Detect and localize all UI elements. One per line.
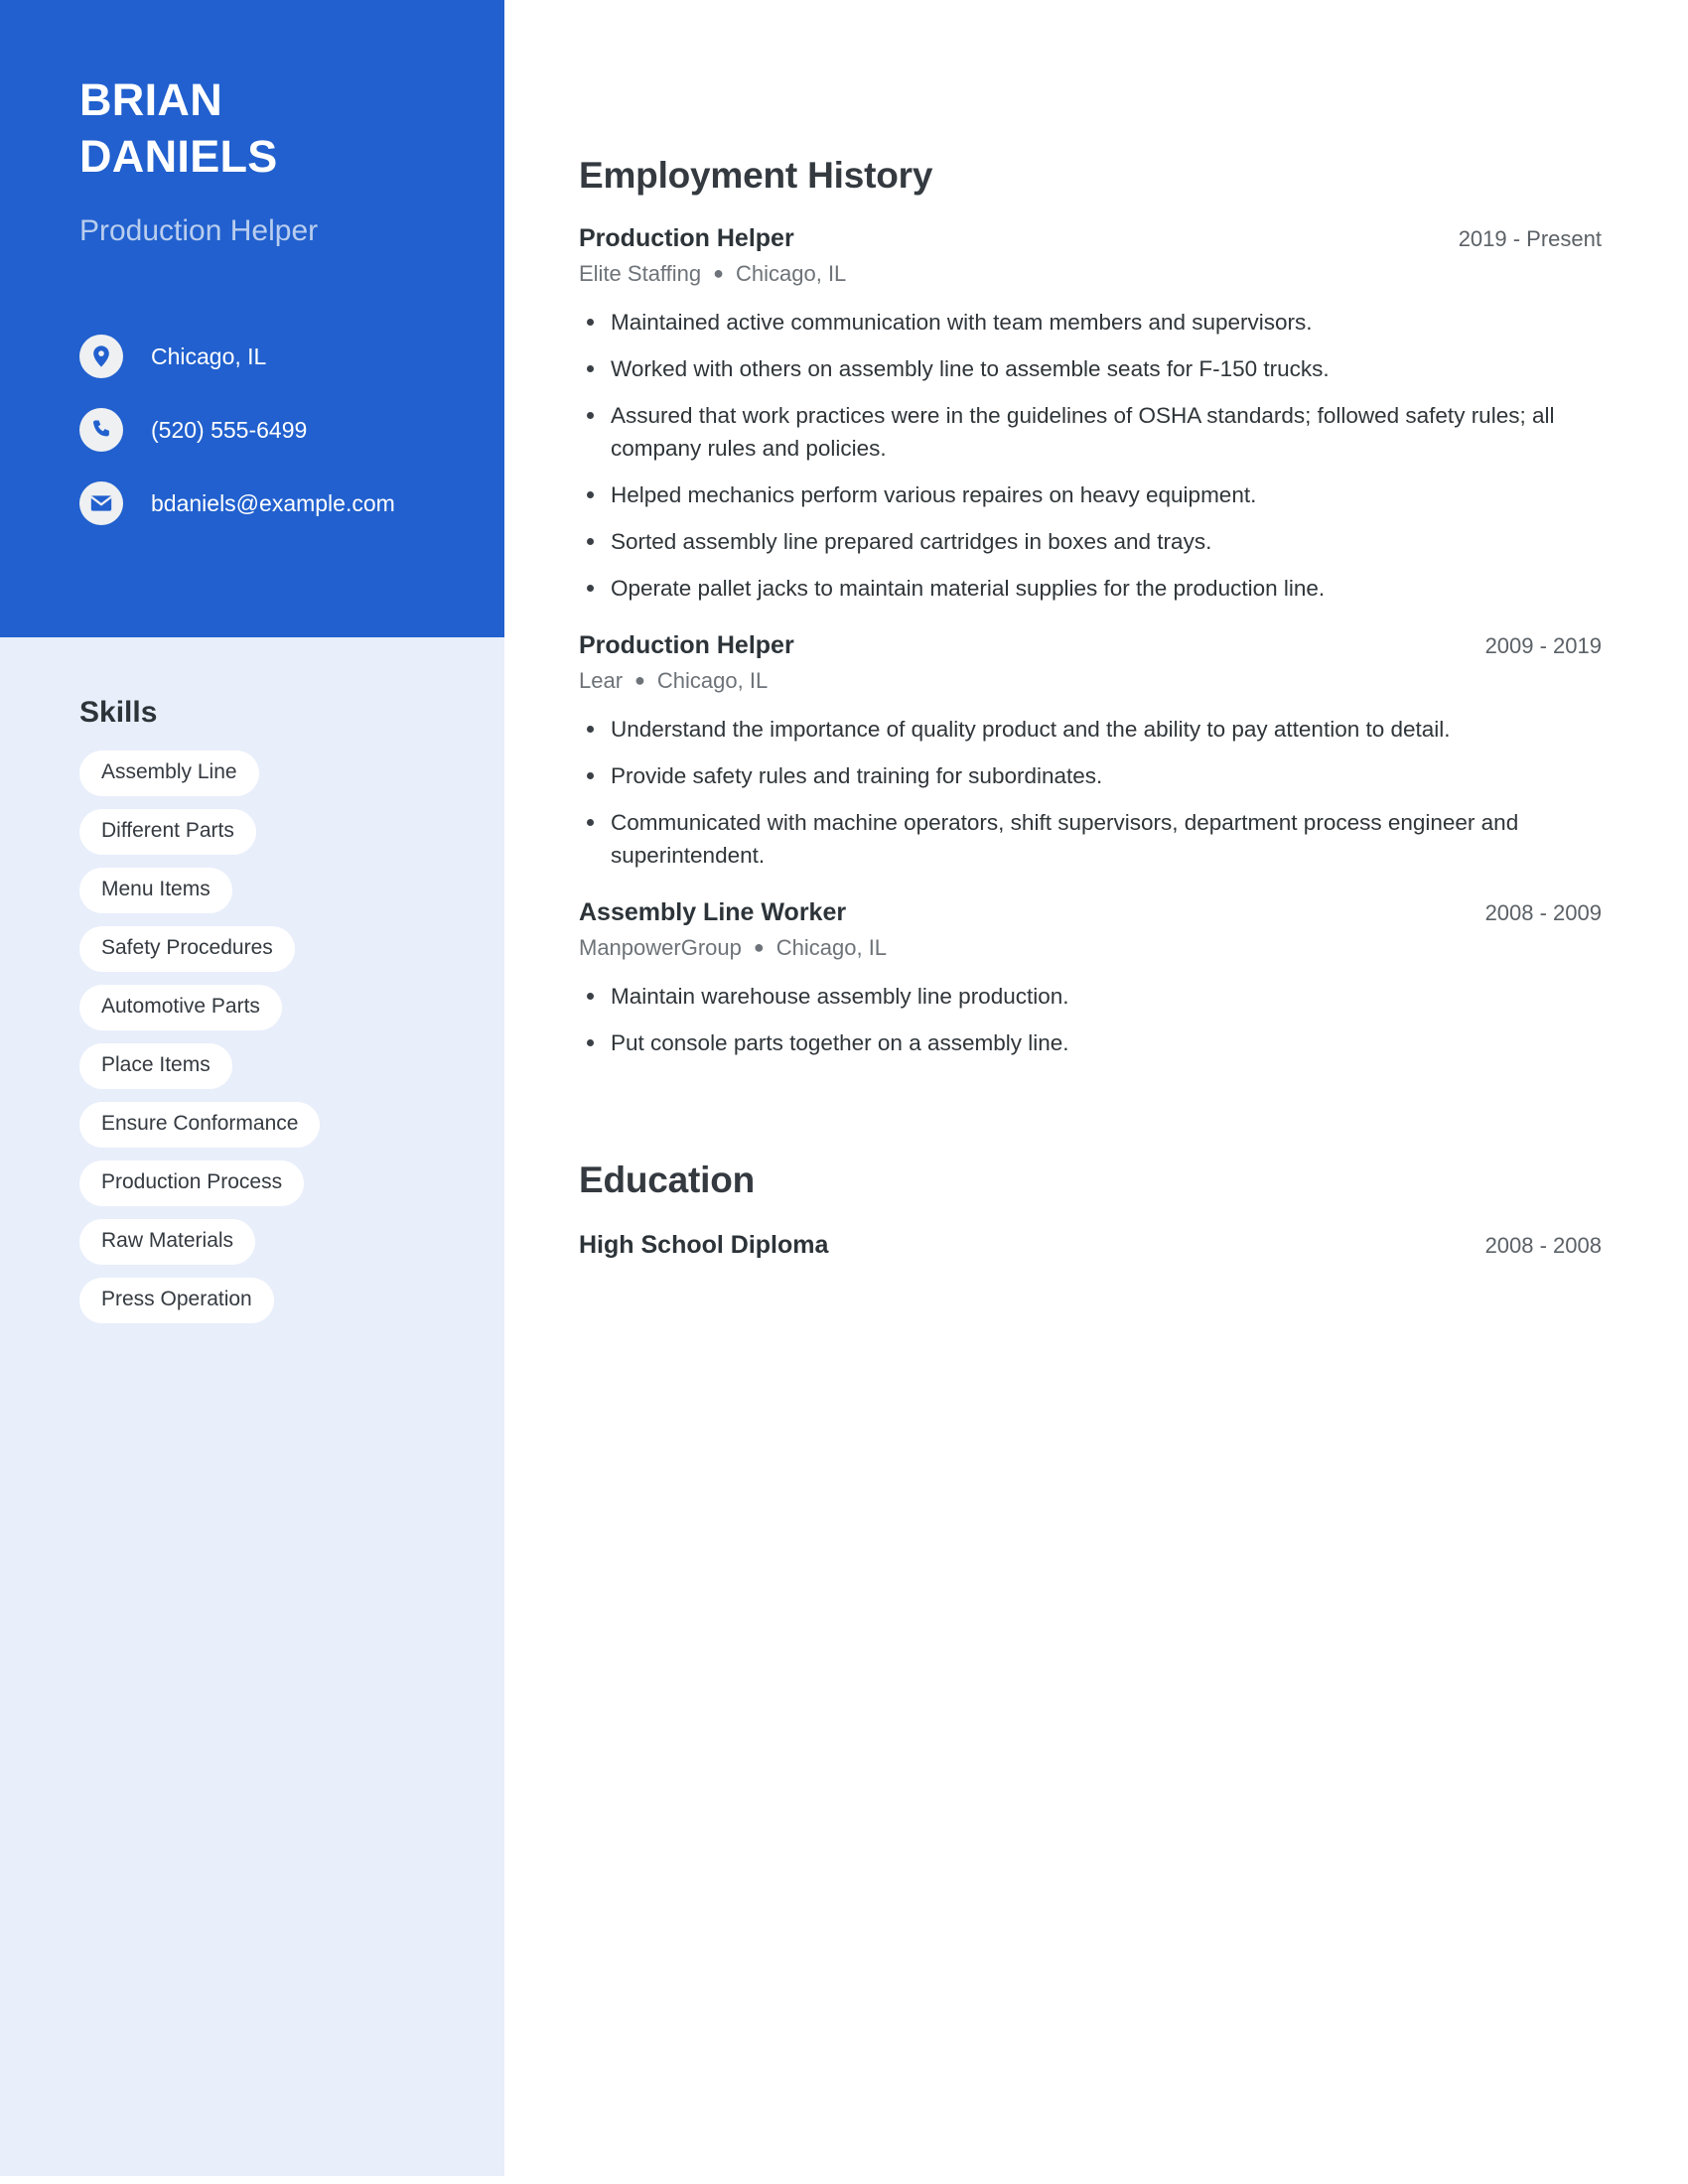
entry-bullet-list: Maintain warehouse assembly line product… bbox=[579, 980, 1602, 1059]
entry-company: Lear bbox=[579, 668, 624, 693]
contact-location-value: Chicago, IL bbox=[151, 343, 267, 369]
skills-section: Skills Assembly Line Different Parts Menu … bbox=[79, 695, 477, 1336]
skills-list: Assembly Line Different Parts Menu Items Sa… bbox=[79, 751, 477, 1336]
main-content: Employment History Production Helper 2019… bbox=[579, 0, 1602, 1260]
skill-pill: Different Parts bbox=[79, 809, 256, 855]
entry-bullet: Assured that work practices were in the … bbox=[579, 399, 1582, 465]
employment-entry: Production Helper 2019 - Present Elite Sta… bbox=[579, 223, 1602, 605]
entry-location: Chicago, IL bbox=[736, 261, 847, 286]
entry-bullet: Provide safety rules and training for su… bbox=[579, 759, 1582, 792]
contact-item-phone: (520) 555-6499 bbox=[79, 393, 496, 467]
skill-pill: Safety Procedures bbox=[79, 926, 295, 972]
skill-pill: Ensure Conformance bbox=[79, 1102, 321, 1148]
skill-pill: Assembly Line bbox=[79, 751, 259, 796]
sidebar: BRIAN DANIELS Production Helper Chicago,… bbox=[0, 0, 504, 2176]
employment-entries: Production Helper 2019 - Present Elite Sta… bbox=[579, 223, 1602, 1059]
entry-company-location: Lear ● Chicago, IL bbox=[579, 666, 1602, 695]
entry-title: Production Helper bbox=[579, 224, 794, 252]
entry-bullet-list: Maintained active communication with tea… bbox=[579, 306, 1602, 605]
skill-row: Press Operation bbox=[79, 1278, 477, 1336]
skill-row: Raw Materials bbox=[79, 1219, 477, 1278]
entry-header: Assembly Line Worker 2008 - 2009 bbox=[579, 897, 1602, 927]
candidate-last-name: DANIELS bbox=[79, 131, 278, 182]
skill-row: Place Items bbox=[79, 1043, 477, 1102]
envelope-icon bbox=[79, 481, 123, 525]
entry-bullet: Maintain warehouse assembly line product… bbox=[579, 980, 1582, 1013]
skill-row: Ensure Conformance bbox=[79, 1102, 477, 1160]
entry-location: Chicago, IL bbox=[656, 668, 769, 693]
entry-title: Production Helper bbox=[579, 631, 794, 659]
resume-page: BRIAN DANIELS Production Helper Chicago,… bbox=[0, 0, 1688, 2184]
skill-row: Automotive Parts bbox=[79, 985, 477, 1043]
skill-row: Safety Procedures bbox=[79, 926, 477, 985]
entry-bullet: Put console parts together on a assembly… bbox=[579, 1026, 1582, 1059]
entry-location: Chicago, IL bbox=[775, 935, 888, 960]
skill-pill: Automotive Parts bbox=[79, 985, 282, 1030]
separator-dot-icon: ● bbox=[634, 670, 645, 690]
entry-bullet: Communicated with machine operators, shi… bbox=[579, 806, 1582, 872]
education-section: Education High School Diploma 2008 - 2008 bbox=[579, 1159, 1602, 1260]
candidate-first-name: BRIAN bbox=[79, 74, 222, 125]
entry-date-range: 2019 - Present bbox=[1458, 226, 1602, 251]
location-pin-icon bbox=[79, 335, 123, 378]
education-heading: Education bbox=[579, 1160, 756, 1200]
entry-bullet: Sorted assembly line prepared cartridges… bbox=[579, 525, 1582, 558]
skills-heading: Skills bbox=[79, 696, 158, 729]
entry-bullet: Worked with others on assembly line to a… bbox=[579, 352, 1582, 385]
separator-dot-icon: ● bbox=[713, 263, 724, 283]
skill-row: Production Process bbox=[79, 1160, 477, 1219]
entry-bullet: Understand the importance of quality pro… bbox=[579, 713, 1582, 746]
entry-header: Production Helper 2009 - 2019 bbox=[579, 630, 1602, 660]
entry-title: High School Diploma bbox=[579, 1231, 829, 1259]
candidate-job-title: Production Helper bbox=[79, 214, 319, 247]
entry-bullet: Operate pallet jacks to maintain materia… bbox=[579, 572, 1582, 605]
contact-phone-value: (520) 555-6499 bbox=[151, 417, 308, 443]
employment-entry: Assembly Line Worker 2008 - 2009 ManpowerG… bbox=[579, 897, 1602, 1059]
contact-email-value: bdaniels@example.com bbox=[151, 490, 395, 516]
employment-history-heading: Employment History bbox=[579, 155, 933, 196]
education-entry: High School Diploma 2008 - 2008 bbox=[579, 1230, 1602, 1260]
skill-row: Assembly Line bbox=[79, 751, 477, 809]
contact-item-location: Chicago, IL bbox=[79, 320, 496, 393]
education-entries: High School Diploma 2008 - 2008 bbox=[579, 1230, 1602, 1260]
entry-date-range: 2008 - 2008 bbox=[1484, 1233, 1602, 1258]
entry-date-range: 2009 - 2019 bbox=[1484, 633, 1602, 658]
entry-header: Production Helper 2019 - Present bbox=[579, 223, 1602, 253]
skill-pill: Production Process bbox=[79, 1160, 305, 1206]
employment-history-section: Employment History Production Helper 2019… bbox=[579, 154, 1602, 1059]
entry-company: Elite Staffing bbox=[579, 261, 702, 286]
contact-item-email: bdaniels@example.com bbox=[79, 467, 496, 540]
skill-row: Different Parts bbox=[79, 809, 477, 868]
contact-list: Chicago, IL (520) 555-6499 bdaniels@exam… bbox=[79, 320, 496, 540]
skill-pill: Place Items bbox=[79, 1043, 232, 1089]
entry-date-range: 2008 - 2009 bbox=[1484, 900, 1602, 925]
skill-pill: Press Operation bbox=[79, 1278, 274, 1323]
skill-row: Menu Items bbox=[79, 868, 477, 926]
candidate-name: BRIAN DANIELS bbox=[79, 71, 477, 185]
entry-bullet: Maintained active communication with tea… bbox=[579, 306, 1582, 339]
skill-pill: Menu Items bbox=[79, 868, 232, 913]
separator-dot-icon: ● bbox=[753, 937, 765, 957]
entry-company-location: ManpowerGroup ● Chicago, IL bbox=[579, 933, 1602, 962]
entry-company: ManpowerGroup bbox=[579, 935, 742, 960]
employment-entry: Production Helper 2009 - 2019 Lear ● Chicago… bbox=[579, 630, 1602, 872]
phone-icon bbox=[79, 408, 123, 452]
entry-bullet: Helped mechanics perform various repaire… bbox=[579, 478, 1582, 511]
entry-bullet-list: Understand the importance of quality pro… bbox=[579, 713, 1602, 872]
entry-company-location: Elite Staffing ● Chicago, IL bbox=[579, 259, 1602, 288]
skill-pill: Raw Materials bbox=[79, 1219, 256, 1265]
entry-header: High School Diploma 2008 - 2008 bbox=[579, 1230, 1602, 1260]
entry-title: Assembly Line Worker bbox=[579, 898, 847, 926]
